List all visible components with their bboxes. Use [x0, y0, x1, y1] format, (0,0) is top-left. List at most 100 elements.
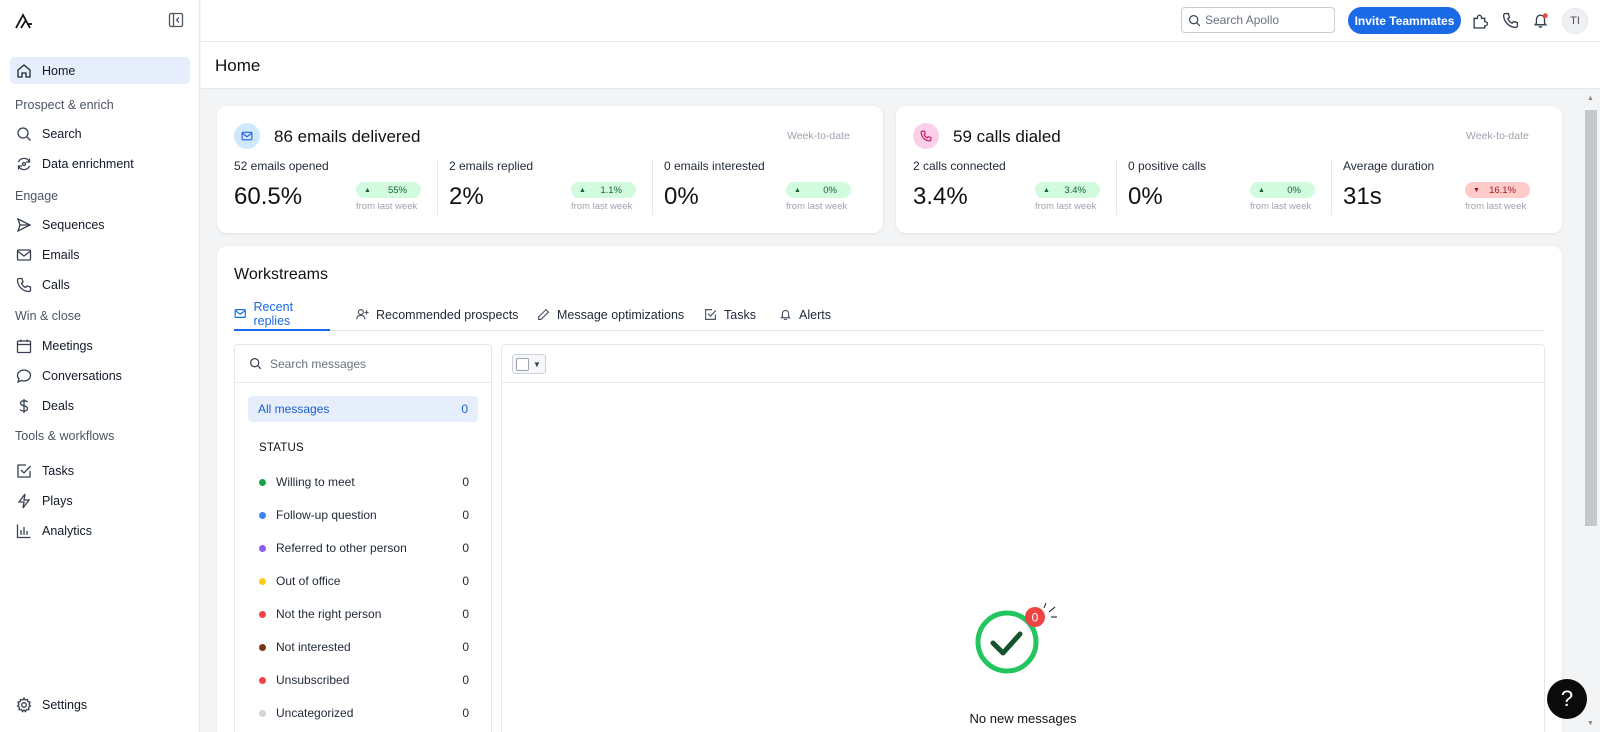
sidebar-item-label: Sequences: [42, 217, 105, 232]
scroll-down-icon[interactable]: ▼: [1587, 720, 1594, 727]
select-all-checkbox[interactable]: [516, 357, 529, 371]
sidebar-item-deals[interactable]: Deals: [10, 392, 190, 419]
sidebar-item-label: Emails: [42, 247, 80, 262]
tab-tasks[interactable]: Tasks: [704, 298, 756, 331]
status-count: 0: [462, 706, 469, 720]
tab-recommended-prospects[interactable]: Recommended prospects: [356, 298, 518, 331]
tab-label: Tasks: [724, 307, 756, 322]
divider: [1331, 159, 1332, 215]
help-button[interactable]: ?: [1547, 679, 1587, 719]
phone-icon: [16, 277, 32, 292]
notification-bell-icon[interactable]: [1532, 12, 1549, 29]
mail-icon: [16, 248, 32, 261]
change-value: 55%: [387, 184, 407, 196]
bell-icon: [780, 309, 791, 321]
sidebar-item-data-enrichment[interactable]: Data enrichment: [10, 150, 190, 177]
status-count: 0: [462, 508, 469, 522]
chevron-down-icon: ▼: [533, 359, 541, 369]
tab-recent-replies[interactable]: Recent replies: [234, 298, 330, 331]
sidebar-item-conversations[interactable]: Conversations: [10, 362, 190, 389]
sidebar-item-analytics[interactable]: Analytics: [10, 517, 190, 544]
status-filter-not-right-person[interactable]: Not the right person 0: [259, 604, 469, 624]
metric-emails-interested: 0 emails interested 0% ▲ 0% from last wee…: [664, 159, 864, 217]
status-dot: [259, 478, 266, 486]
puzzle-piece-icon[interactable]: [1472, 12, 1489, 29]
status-dot: [259, 511, 266, 519]
pencil-icon: [538, 308, 550, 320]
sidebar-item-label: Conversations: [42, 368, 122, 383]
status-filter-willing-to-meet[interactable]: Willing to meet 0: [259, 472, 469, 492]
change-badge: ▲ 0%: [1250, 182, 1315, 198]
status-dot: [259, 643, 266, 651]
global-search-box[interactable]: [1181, 7, 1335, 33]
metric-positive-calls: 0 positive calls 0% ▲ 0% from last week: [1128, 159, 1328, 217]
message-search-box[interactable]: [235, 345, 491, 383]
dollar-icon: [19, 398, 29, 413]
metric-average-duration: Average duration 31s ▼ 16.1% from last we…: [1343, 159, 1543, 217]
tab-alerts[interactable]: Alerts: [779, 298, 831, 331]
select-all-dropdown[interactable]: ▼: [512, 354, 546, 374]
chat-bubble-icon: [16, 368, 32, 383]
status-count: 0: [462, 574, 469, 588]
status-filter-follow-up-question[interactable]: Follow-up question 0: [259, 505, 469, 525]
status-label: Not interested: [276, 640, 351, 654]
sidebar-item-tasks[interactable]: Tasks: [10, 457, 190, 484]
global-search-input[interactable]: [1205, 13, 1325, 27]
mail-icon: [241, 131, 253, 141]
section-label-win-close: Win & close: [15, 309, 81, 323]
metric-value: 31s: [1343, 183, 1382, 210]
sidebar-item-search[interactable]: Search: [10, 120, 190, 147]
tab-label: Recent replies: [253, 299, 294, 328]
scroll-up-icon[interactable]: ▲: [1587, 95, 1594, 102]
message-search-input[interactable]: [270, 356, 470, 371]
calls-dialed-title: 59 calls dialed: [953, 127, 1061, 146]
tab-label: Message optimizations: [557, 307, 685, 322]
tab-message-optimizations[interactable]: Message optimizations: [537, 298, 684, 331]
status-filter-out-of-office[interactable]: Out of office 0: [259, 571, 469, 591]
arrow-down-icon: ▼: [1473, 186, 1480, 194]
status-filter-uncategorized[interactable]: Uncategorized 0: [259, 703, 469, 723]
collapse-sidebar-icon[interactable]: [168, 12, 184, 28]
all-messages-label: All messages: [258, 402, 330, 416]
checkbox-icon: [17, 463, 31, 478]
sidebar-item-settings[interactable]: Settings: [10, 691, 190, 718]
sidebar-item-meetings[interactable]: Meetings: [10, 332, 190, 359]
sidebar-item-home[interactable]: Home: [10, 57, 190, 84]
section-label-prospect: Prospect & enrich: [15, 98, 114, 112]
status-filter-referred[interactable]: Referred to other person 0: [259, 538, 469, 558]
status-dot: [259, 709, 266, 717]
status-count: 0: [462, 541, 469, 555]
scroll-thumb[interactable]: [1585, 110, 1597, 526]
status-label: Unsubscribed: [276, 673, 350, 687]
apollo-logo-icon[interactable]: [14, 11, 34, 31]
change-value: 0%: [823, 184, 837, 196]
sidebar-item-sequences[interactable]: Sequences: [10, 211, 190, 238]
page-scrollbar[interactable]: ▲ ▼: [1582, 90, 1600, 732]
status-count: 0: [462, 475, 469, 489]
status-filter-unsubscribed[interactable]: Unsubscribed 0: [259, 670, 469, 690]
message-list-panel: ▼ 0 No new messages: [501, 344, 1545, 732]
sidebar-item-label: Home: [42, 63, 76, 78]
sidebar-item-emails[interactable]: Emails: [10, 241, 190, 268]
change-value: 3.4%: [1064, 184, 1086, 196]
status-count: 0: [462, 673, 469, 687]
sidebar-item-plays[interactable]: Plays: [10, 487, 190, 514]
refresh-icon: [17, 157, 31, 170]
mail-icon: [234, 309, 246, 318]
status-label: Referred to other person: [276, 541, 407, 555]
invite-teammates-button[interactable]: Invite Teammates: [1348, 7, 1461, 34]
sidebar-item-label: Data enrichment: [42, 156, 134, 171]
avatar[interactable]: TI: [1562, 8, 1588, 34]
sidebar-item-calls[interactable]: Calls: [10, 271, 190, 298]
sidebar-item-label: Analytics: [42, 523, 93, 538]
all-messages-filter[interactable]: All messages 0: [248, 396, 478, 422]
status-heading: STATUS: [259, 442, 304, 454]
status-filter-not-interested[interactable]: Not interested 0: [259, 637, 469, 657]
workstreams-title: Workstreams: [234, 266, 328, 283]
status-label: Uncategorized: [276, 706, 354, 720]
section-label-engage: Engage: [15, 189, 59, 203]
phone-icon[interactable]: [1502, 12, 1519, 29]
card-icon-wrap: [234, 123, 260, 149]
metric-emails-replied: 2 emails replied 2% ▲ 1.1% from last week: [449, 159, 649, 217]
search-icon: [17, 126, 31, 141]
